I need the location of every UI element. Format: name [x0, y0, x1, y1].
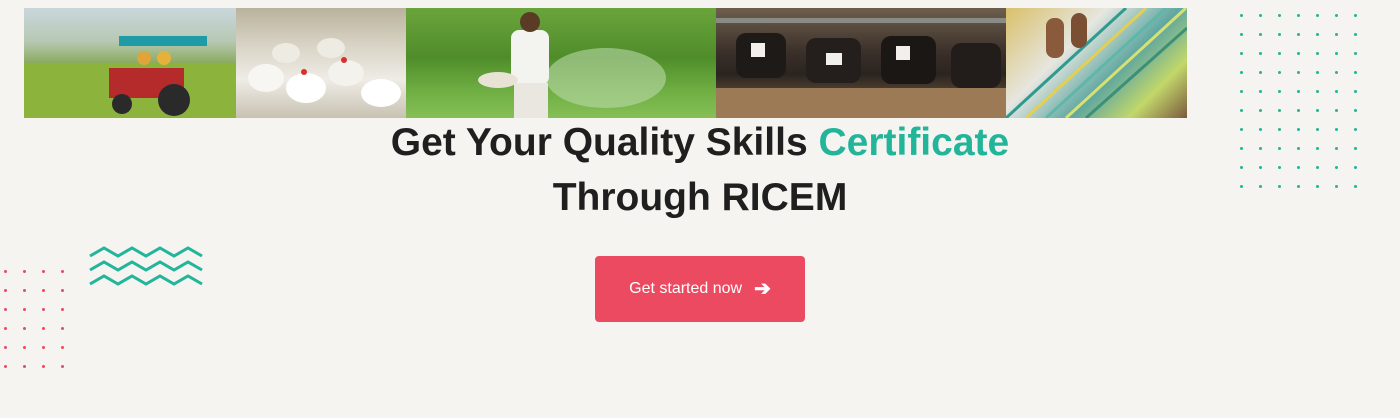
hero-heading-prefix: Get Your Quality Skills	[390, 121, 819, 164]
weaving-photo	[1006, 8, 1187, 118]
tractor-photo	[24, 8, 236, 118]
dairy-photo	[716, 8, 1006, 118]
get-started-label: Get started now	[629, 280, 743, 297]
zigzag-decoration	[89, 246, 203, 286]
hero-banner	[24, 8, 1187, 118]
arrow-right-icon: ➔	[754, 278, 771, 300]
farmer-photo	[406, 8, 716, 118]
hero-heading-line2: Through RICEM	[552, 176, 848, 219]
hero-heading-accent: Certificate	[818, 121, 1010, 164]
poultry-photo	[236, 8, 406, 118]
coral-dot-pattern	[4, 270, 64, 368]
hero-heading-line1: Get Your Quality Skills Certificate	[0, 120, 1400, 166]
get-started-button[interactable]: Get started now ➔	[595, 256, 805, 322]
